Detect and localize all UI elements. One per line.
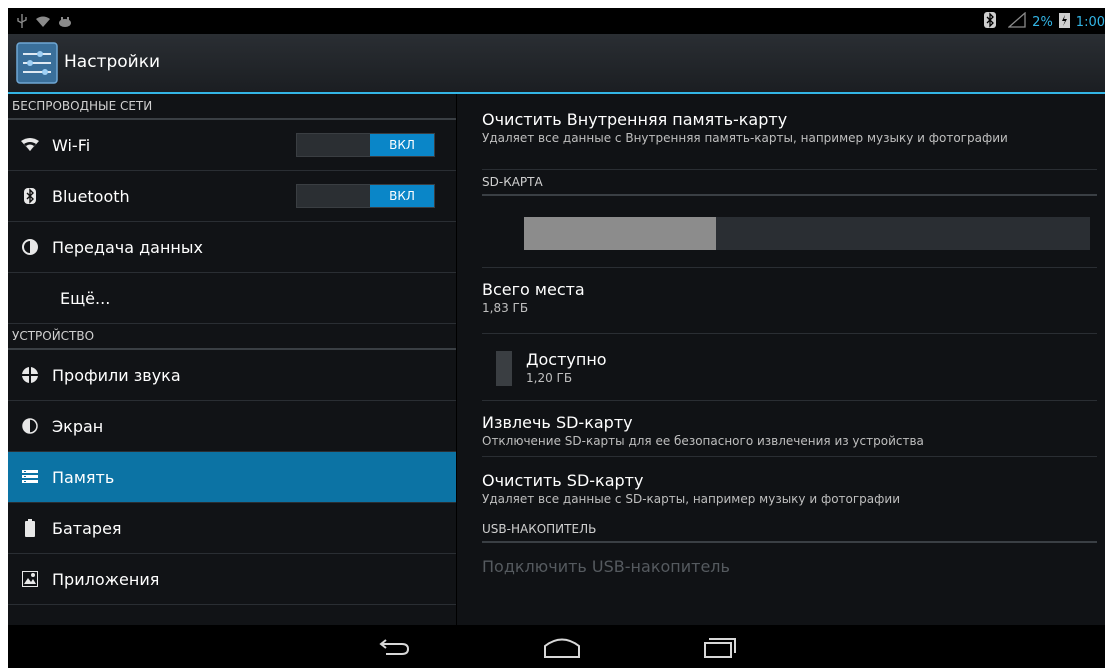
navigation-bar <box>8 625 1105 668</box>
section-header-device: УСТРОЙСТВО <box>8 324 456 350</box>
available-color-swatch <box>496 351 512 386</box>
available-title: Доступно <box>526 350 607 369</box>
bluetooth-toggle[interactable]: ВКЛ <box>296 184 435 208</box>
toggle-on-label: ВКЛ <box>370 134 434 156</box>
sidebar-item-bluetooth[interactable]: Bluetooth ВКЛ <box>8 171 456 222</box>
sidebar-item-battery[interactable]: Батарея <box>8 503 456 554</box>
sidebar-item-label: Экран <box>52 416 104 436</box>
wifi-toggle[interactable]: ВКЛ <box>296 133 435 157</box>
section-header-wireless: БЕСПРОВОДНЫЕ СЕТИ <box>8 94 456 120</box>
unmount-sd-title: Извлечь SD-карту <box>482 413 633 432</box>
sound-profiles-icon <box>8 366 52 384</box>
total-space-value: 1,83 ГБ <box>482 301 529 315</box>
section-header-sd-card: SD-КАРТА <box>482 170 1097 196</box>
data-usage-icon <box>8 239 52 255</box>
erase-sd-card[interactable]: Очистить SD-карту Удаляет все данные с S… <box>482 457 1097 517</box>
unmount-sd-card[interactable]: Извлечь SD-карту Отключение SD-карты для… <box>482 401 1097 457</box>
battery-charging-icon <box>1058 12 1070 32</box>
sidebar-item-apps[interactable]: Приложения <box>8 554 456 605</box>
erase-internal-title: Очистить Внутренняя память-карту <box>482 110 788 129</box>
sidebar-item-data-usage[interactable]: Передача данных <box>8 222 456 273</box>
total-space: Всего места 1,83 ГБ <box>482 268 1097 334</box>
bluetooth-status-icon <box>984 12 997 32</box>
sidebar-item-label: Wi-Fi <box>52 135 91 155</box>
sd-usage-fill <box>524 217 717 250</box>
erase-sd-subtitle: Удаляет все данные с SD-карты, например … <box>482 492 901 506</box>
display-icon <box>8 417 52 435</box>
toggle-on-label: ВКЛ <box>370 185 434 207</box>
apps-icon <box>8 571 52 587</box>
sidebar-item-storage[interactable]: Память <box>8 452 456 503</box>
sidebar-item-label: Батарея <box>52 518 122 538</box>
android-debug-icon <box>58 13 72 32</box>
available-value: 1,20 ГБ <box>526 371 573 385</box>
battery-icon <box>8 519 52 537</box>
storage-icon <box>8 470 52 484</box>
erase-sd-title: Очистить SD-карту <box>482 471 644 490</box>
wifi-icon <box>8 138 52 152</box>
connect-usb-storage: Подключить USB-накопитель <box>482 543 1097 583</box>
battery-percent: 2% <box>1032 14 1053 30</box>
sidebar-item-label: Приложения <box>52 569 160 589</box>
erase-internal-storage[interactable]: Очистить Внутренняя память-карту Удаляет… <box>482 94 1097 170</box>
sd-usage-bar-row <box>482 196 1097 268</box>
sd-usage-bar <box>524 217 1090 250</box>
total-space-title: Всего места <box>482 280 585 299</box>
home-icon[interactable] <box>540 633 584 661</box>
usb-icon <box>16 13 28 32</box>
available-space: Доступно 1,20 ГБ <box>482 334 1097 401</box>
storage-details: Очистить Внутренняя память-карту Удаляет… <box>457 94 1105 625</box>
sidebar-item-label: Профили звука <box>52 365 181 385</box>
recent-apps-icon[interactable] <box>698 633 742 661</box>
connect-usb-title: Подключить USB-накопитель <box>482 557 730 576</box>
settings-categories: БЕСПРОВОДНЫЕ СЕТИ Wi-Fi ВКЛ Bluetooth ВК… <box>8 94 456 625</box>
status-bar: 2% 1:00 <box>8 8 1105 34</box>
section-header-usb-storage: USB-НАКОПИТЕЛЬ <box>482 517 1097 543</box>
unmount-sd-subtitle: Отключение SD-карты для ее безопасного и… <box>482 434 924 448</box>
sidebar-item-more[interactable]: Ещё... <box>8 273 456 324</box>
sidebar-item-display[interactable]: Экран <box>8 401 456 452</box>
back-icon[interactable] <box>372 633 416 661</box>
sidebar-item-label: Bluetooth <box>52 186 130 206</box>
sidebar-item-label: Передача данных <box>52 237 203 257</box>
sidebar-item-wifi[interactable]: Wi-Fi ВКЛ <box>8 120 456 171</box>
wifi-icon <box>36 13 50 32</box>
signal-icon <box>1007 11 1026 32</box>
sidebar-item-label: Ещё... <box>60 288 111 308</box>
erase-internal-subtitle: Удаляет все данные с Внутренняя память-к… <box>482 131 1008 145</box>
action-bar: Настройки <box>8 34 1105 94</box>
sidebar-item-sound-profiles[interactable]: Профили звука <box>8 350 456 401</box>
sidebar-item-label: Память <box>52 467 115 487</box>
page-title: Настройки <box>64 52 161 72</box>
clock: 1:00 <box>1075 14 1105 30</box>
device-screen: 2% 1:00 Настройки БЕСПРОВОДНЫЕ СЕТИ Wi-F… <box>8 8 1105 668</box>
settings-sliders-icon[interactable] <box>16 42 58 84</box>
bluetooth-icon <box>8 188 52 204</box>
